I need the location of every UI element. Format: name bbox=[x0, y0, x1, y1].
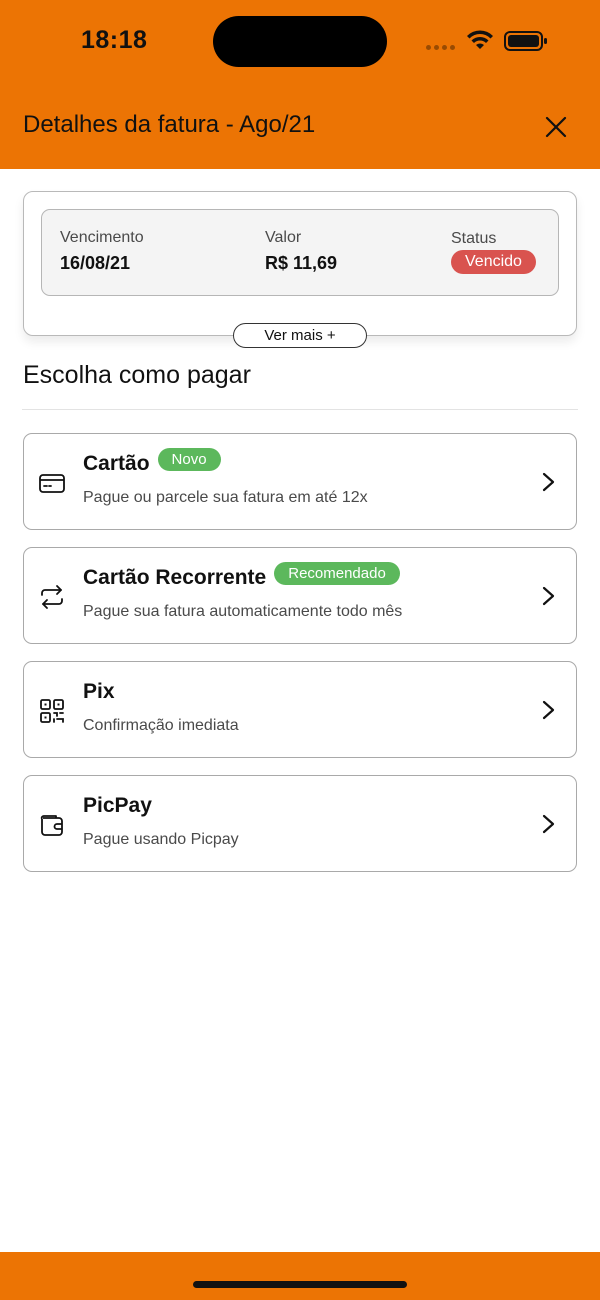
due-date-column: Vencimento 16/08/21 bbox=[60, 229, 144, 274]
option-subtitle: Pague ou parcele sua fatura em até 12x bbox=[83, 489, 368, 506]
due-date-value: 16/08/21 bbox=[60, 253, 131, 273]
option-title-row: Cartão Novo bbox=[83, 447, 221, 476]
option-subtitle: Confirmação imediata bbox=[83, 717, 239, 734]
invoice-summary-card: Vencimento 16/08/21 Valor R$ 11,69 Statu… bbox=[23, 191, 577, 336]
option-title: Cartão bbox=[83, 452, 150, 475]
recommended-badge: Recomendado bbox=[274, 561, 400, 585]
chevron-right-icon bbox=[542, 814, 555, 834]
footer-bar bbox=[0, 1252, 600, 1300]
status-label: Status bbox=[451, 230, 497, 247]
qr-code-icon bbox=[40, 699, 64, 723]
signal-icon bbox=[426, 45, 455, 50]
divider bbox=[22, 409, 578, 410]
section-title: Escolha como pagar bbox=[23, 361, 251, 389]
chevron-right-icon bbox=[542, 472, 555, 492]
option-title: Cartão Recorrente bbox=[83, 566, 267, 589]
amount-label: Valor bbox=[265, 229, 302, 246]
wifi-icon bbox=[467, 30, 493, 49]
status-time: 18:18 bbox=[81, 26, 148, 54]
dynamic-island bbox=[213, 16, 387, 67]
due-date-label: Vencimento bbox=[60, 229, 144, 246]
amount-value: R$ 11,69 bbox=[265, 253, 338, 273]
chevron-right-icon bbox=[542, 700, 555, 720]
status-column: Status Vencido bbox=[451, 230, 536, 274]
chevron-right-icon bbox=[542, 586, 555, 606]
new-badge: Novo bbox=[157, 447, 221, 471]
close-icon bbox=[545, 116, 567, 138]
option-title-row: Pix bbox=[83, 680, 115, 704]
option-title-row: Cartão Recorrente Recomendado bbox=[83, 561, 400, 590]
home-indicator[interactable] bbox=[193, 1281, 407, 1288]
header-bar: 18:18 Detalhes da fatura - Ago/21 bbox=[0, 0, 600, 169]
status-bar: 18:18 bbox=[0, 0, 600, 84]
status-badge: Vencido bbox=[451, 250, 536, 274]
payment-option-picpay[interactable]: PicPay Pague usando Picpay bbox=[23, 775, 577, 872]
option-title: PicPay bbox=[83, 794, 152, 817]
payment-option-recurring-card[interactable]: Cartão Recorrente Recomendado Pague sua … bbox=[23, 547, 577, 644]
close-button[interactable] bbox=[540, 111, 572, 143]
option-title: Pix bbox=[83, 680, 115, 703]
repeat-icon bbox=[41, 585, 63, 609]
invoice-summary-box: Vencimento 16/08/21 Valor R$ 11,69 Statu… bbox=[41, 209, 559, 296]
see-more-button[interactable]: Ver mais + bbox=[233, 323, 367, 348]
battery-icon bbox=[504, 31, 547, 51]
amount-column: Valor R$ 11,69 bbox=[265, 229, 337, 274]
payment-option-pix[interactable]: Pix Confirmação imediata bbox=[23, 661, 577, 758]
option-subtitle: Pague usando Picpay bbox=[83, 831, 239, 848]
option-title-row: PicPay bbox=[83, 794, 152, 818]
wallet-icon bbox=[40, 815, 63, 836]
credit-card-icon bbox=[39, 474, 65, 493]
payment-option-card[interactable]: Cartão Novo Pague ou parcele sua fatura … bbox=[23, 433, 577, 530]
option-subtitle: Pague sua fatura automaticamente todo mê… bbox=[83, 603, 403, 620]
page-title: Detalhes da fatura - Ago/21 bbox=[23, 111, 316, 138]
